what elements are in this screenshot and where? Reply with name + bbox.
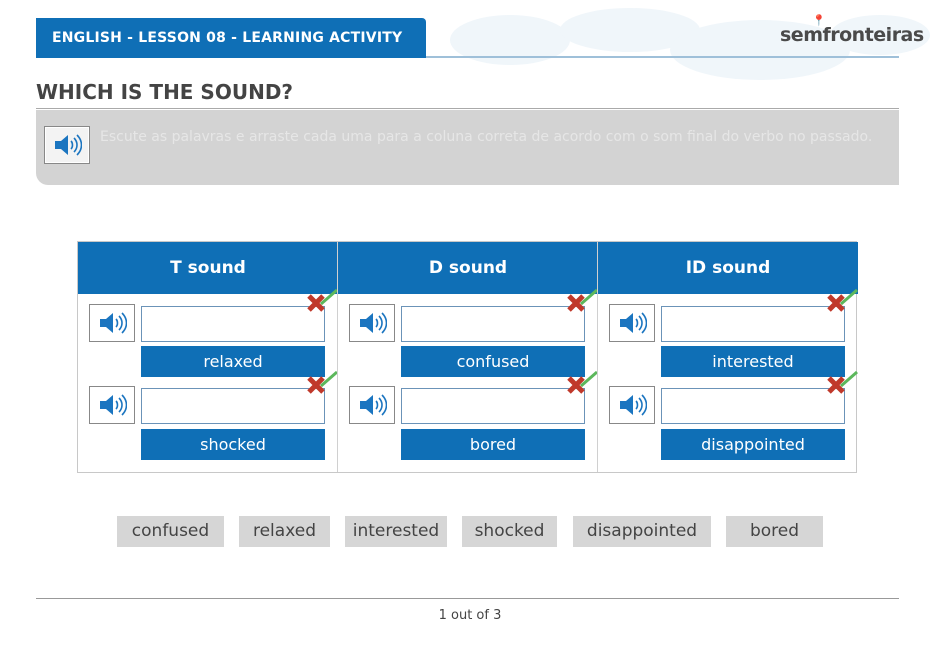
column-t-sound: T sound relaxed shocked bbox=[78, 242, 338, 472]
play-interested-button[interactable] bbox=[609, 304, 655, 342]
column-header: D sound bbox=[338, 242, 598, 294]
speaker-icon bbox=[360, 312, 387, 334]
activity-title: WHICH IS THE SOUND? bbox=[36, 80, 294, 104]
drop-zone[interactable] bbox=[141, 306, 325, 342]
word-chip[interactable]: disappointed bbox=[573, 516, 711, 547]
word-chip[interactable]: confused bbox=[117, 516, 224, 547]
page-indicator: 1 out of 3 bbox=[438, 608, 502, 623]
play-shocked-button[interactable] bbox=[89, 386, 135, 424]
speaker-icon bbox=[620, 394, 647, 416]
column-header: ID sound bbox=[598, 242, 858, 294]
drop-zone[interactable] bbox=[141, 388, 325, 424]
play-confused-button[interactable] bbox=[349, 304, 395, 342]
column-d-sound: D sound confused bored bbox=[337, 242, 598, 472]
speaker-icon bbox=[620, 312, 647, 334]
x-mark-icon bbox=[567, 370, 598, 394]
drop-zone[interactable] bbox=[661, 388, 845, 424]
world-map-background bbox=[450, 8, 930, 80]
x-mark-icon bbox=[307, 288, 338, 312]
x-mark-icon bbox=[307, 370, 338, 394]
x-mark-icon bbox=[567, 288, 598, 312]
speaker-icon bbox=[360, 394, 387, 416]
word-label: bored bbox=[401, 429, 585, 460]
play-relaxed-button[interactable] bbox=[89, 304, 135, 342]
x-mark-icon bbox=[827, 288, 858, 312]
speaker-icon bbox=[100, 312, 127, 334]
drop-zone[interactable] bbox=[401, 306, 585, 342]
brand-name: semfronteiras bbox=[780, 24, 924, 46]
word-chip[interactable]: shocked bbox=[462, 516, 557, 547]
sound-table: T sound relaxed shocked D sound confused… bbox=[77, 241, 858, 473]
column-id-sound: ID sound interested disappointed bbox=[597, 242, 858, 472]
word-label: relaxed bbox=[141, 346, 325, 377]
footer-divider bbox=[36, 598, 899, 599]
speaker-icon bbox=[55, 134, 82, 156]
header-divider bbox=[426, 56, 899, 58]
word-label: interested bbox=[661, 346, 845, 377]
word-label: shocked bbox=[141, 429, 325, 460]
word-chip[interactable]: relaxed bbox=[239, 516, 330, 547]
play-bored-button[interactable] bbox=[349, 386, 395, 424]
word-label: disappointed bbox=[661, 429, 845, 460]
word-chip[interactable]: interested bbox=[345, 516, 447, 547]
x-mark-icon bbox=[827, 370, 858, 394]
word-chip[interactable]: bored bbox=[726, 516, 823, 547]
drop-zone[interactable] bbox=[661, 306, 845, 342]
instructions-text: Escute as palavras e arraste cada uma pa… bbox=[100, 129, 873, 145]
lesson-header: ENGLISH - LESSON 08 - LEARNING ACTIVITY bbox=[36, 18, 426, 58]
instructions-audio-button[interactable] bbox=[44, 126, 90, 164]
lesson-title: ENGLISH - LESSON 08 - LEARNING ACTIVITY bbox=[52, 30, 403, 46]
speaker-icon bbox=[100, 394, 127, 416]
column-header: T sound bbox=[78, 242, 338, 294]
play-disappointed-button[interactable] bbox=[609, 386, 655, 424]
word-label: confused bbox=[401, 346, 585, 377]
drop-zone[interactable] bbox=[401, 388, 585, 424]
title-divider bbox=[36, 108, 899, 109]
